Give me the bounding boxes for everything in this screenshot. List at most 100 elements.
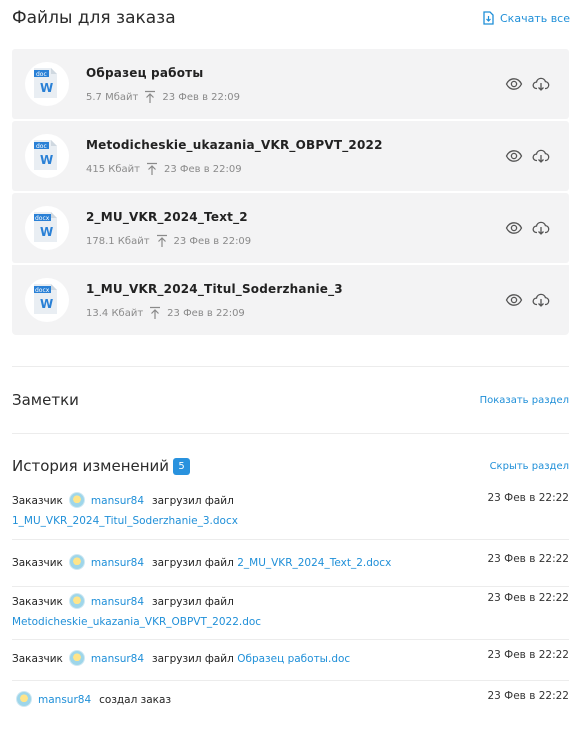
user-avatar-icon <box>68 554 85 570</box>
file-date: 23 Фев в 22:09 <box>163 163 242 175</box>
file-size: 13.4 Кбайт <box>86 307 144 319</box>
file-actions <box>505 75 550 93</box>
file-meta: 178.1 Кбайт 23 Фев в 22:09 <box>86 234 251 248</box>
user-link[interactable]: mansur84 <box>38 694 91 706</box>
upload-arrow-icon <box>146 162 157 175</box>
file-ext-label: docx <box>35 287 50 294</box>
file-icon-circle: docx W <box>25 206 69 250</box>
divider <box>12 366 569 367</box>
file-actions <box>505 219 550 237</box>
eye-icon[interactable] <box>505 147 523 165</box>
eye-icon[interactable] <box>505 75 523 93</box>
history-role: Заказчик <box>12 653 63 665</box>
file-size: 5.7 Мбайт <box>86 91 139 103</box>
file-link[interactable]: Образец работы.doc <box>237 653 350 665</box>
file-card[interactable]: docx W 2_MU_VKR_2024_Text_2 178.1 Кбайт … <box>12 193 569 263</box>
file-card[interactable]: docx W 1_MU_VKR_2024_Titul_Soderzhanie_3… <box>12 265 569 335</box>
history-item: Заказчик mansur84 загрузил файл Metodiches… <box>12 587 569 640</box>
file-date: 23 Фев в 22:09 <box>167 307 245 319</box>
cloud-download-icon[interactable] <box>532 75 550 93</box>
notes-title: Заметки <box>12 391 79 409</box>
file-size: 415 Кбайт <box>86 163 140 175</box>
upload-arrow-icon <box>145 90 156 103</box>
eye-icon[interactable] <box>505 219 523 237</box>
user-avatar-icon <box>16 691 32 707</box>
file-icon-circle: doc W <box>25 62 69 106</box>
svg-text:W: W <box>40 297 53 311</box>
svg-text:W: W <box>40 153 53 167</box>
svg-text:W: W <box>40 81 53 95</box>
file-meta: 5.7 Мбайт 23 Фев в 22:09 <box>86 90 240 104</box>
file-size: 178.1 Кбайт <box>86 235 150 247</box>
file-ext-label: doc <box>36 71 47 78</box>
file-link[interactable]: 2_MU_VKR_2024_Text_2.docx <box>237 557 391 569</box>
cloud-download-icon[interactable] <box>532 291 550 309</box>
history-item-text: Заказчик mansur84 загрузил файл 2_MU_VKR_2… <box>12 553 569 573</box>
history-item-text: mansur84 создал заказ <box>12 690 569 710</box>
file-icon-circle: docx W <box>25 278 69 322</box>
user-avatar-icon <box>68 593 85 609</box>
file-link[interactable]: 1_MU_VKR_2024_Titul_Soderzhanie_3.docx <box>12 515 238 527</box>
hide-history-link[interactable]: Скрыть раздел <box>490 461 569 472</box>
user-avatar-icon <box>68 492 85 508</box>
file-date: 23 Фев в 22:09 <box>162 91 240 103</box>
history-item: mansur84 создал заказ 23 Фев в 22:22 <box>12 681 569 725</box>
history-item: Заказчик mansur84 загрузил файл Образец ра… <box>12 640 569 681</box>
history-action: загрузил файл <box>152 653 234 665</box>
cloud-download-icon[interactable] <box>532 147 550 165</box>
file-card[interactable]: doc W Образец работы 5.7 Мбайт 23 Фев в … <box>12 49 569 119</box>
show-notes-link[interactable]: Показать раздел <box>480 395 569 406</box>
svg-text:W: W <box>40 225 53 239</box>
file-name[interactable]: 2_MU_VKR_2024_Text_2 <box>86 210 248 224</box>
history-item: Заказчик mansur84 загрузил файл 2_MU_VKR_2… <box>12 540 569 587</box>
files-section-title: Файлы для заказа <box>12 8 176 28</box>
history-date: 23 Фев в 22:22 <box>487 592 569 604</box>
file-name[interactable]: Образец работы <box>86 66 203 80</box>
word-doc-icon: docx W <box>34 284 57 314</box>
divider <box>12 433 569 434</box>
download-all-link[interactable]: Скачать все <box>482 11 570 25</box>
file-meta: 13.4 Кбайт 23 Фев в 22:09 <box>86 306 245 320</box>
upload-arrow-icon <box>156 234 167 247</box>
file-name[interactable]: 1_MU_VKR_2024_Titul_Soderzhanie_3 <box>86 282 343 296</box>
eye-icon[interactable] <box>505 291 523 309</box>
history-date: 23 Фев в 22:22 <box>487 553 569 565</box>
history-title: История изменений 5 <box>12 457 191 475</box>
files-list: doc W Образец работы 5.7 Мбайт 23 Фев в … <box>12 49 569 337</box>
history-action: создал заказ <box>99 694 172 706</box>
file-link[interactable]: Metodicheskie_ukazania_VKR_OBPVT_2022.do… <box>12 616 261 628</box>
history-date: 23 Фев в 22:22 <box>487 690 569 702</box>
file-actions <box>505 147 550 165</box>
history-action: загрузил файл <box>152 557 234 569</box>
user-avatar-icon <box>68 650 85 666</box>
upload-arrow-icon <box>150 306 161 319</box>
file-date: 23 Фев в 22:09 <box>173 235 252 247</box>
history-date: 23 Фев в 22:22 <box>487 649 569 661</box>
history-item-text: Заказчик mansur84 загрузил файл Образец ра… <box>12 649 569 669</box>
files-header: Файлы для заказа Скачать все <box>12 8 570 32</box>
word-doc-icon: docx W <box>34 212 57 242</box>
file-ext-label: docx <box>35 215 50 222</box>
user-link[interactable]: mansur84 <box>91 557 144 569</box>
history-title-text: История изменений <box>12 457 170 475</box>
file-card[interactable]: doc W Metodicheskie_ukazania_VKR_OBPVT_2… <box>12 121 569 191</box>
download-all-label: Скачать все <box>500 11 570 25</box>
history-role: Заказчик <box>12 557 63 569</box>
file-actions <box>505 291 550 309</box>
word-doc-icon: doc W <box>34 140 57 170</box>
user-link[interactable]: mansur84 <box>91 653 144 665</box>
file-ext-label: doc <box>36 143 47 150</box>
history-action: загрузил файл <box>152 495 234 507</box>
history-date: 23 Фев в 22:22 <box>487 492 569 504</box>
file-name[interactable]: Metodicheskie_ukazania_VKR_OBPVT_2022 <box>86 138 383 152</box>
history-action: загрузил файл <box>152 596 234 608</box>
user-link[interactable]: mansur84 <box>91 495 144 507</box>
user-link[interactable]: mansur84 <box>91 596 144 608</box>
history-count-badge: 5 <box>173 458 191 475</box>
history-item-text: Заказчик mansur84 загрузил файл Metodiches… <box>12 592 452 632</box>
history-item: Заказчик mansur84 загрузил файл 1_MU_VKR_2… <box>12 487 569 540</box>
cloud-download-icon[interactable] <box>532 219 550 237</box>
history-item-text: Заказчик mansur84 загрузил файл 1_MU_VKR_2… <box>12 491 452 531</box>
file-meta: 415 Кбайт 23 Фев в 22:09 <box>86 162 242 176</box>
word-doc-icon: doc W <box>34 68 57 98</box>
